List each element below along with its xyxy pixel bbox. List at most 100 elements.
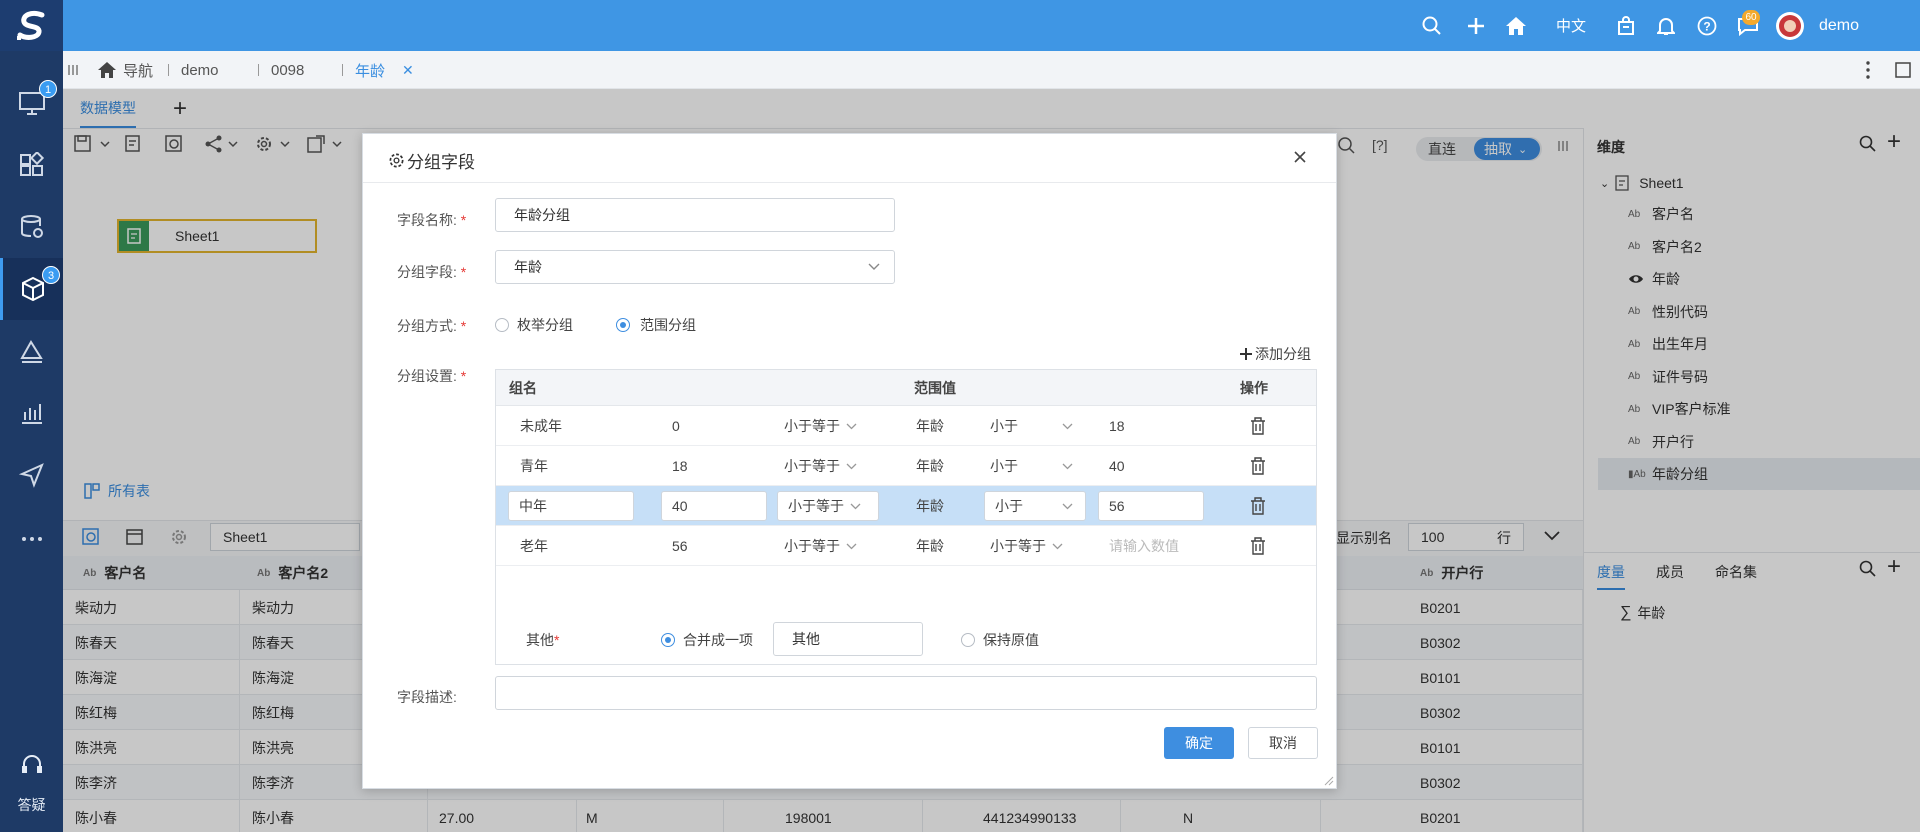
add-button[interactable] [1467, 0, 1485, 51]
svg-text:?: ? [1703, 19, 1710, 33]
group-row[interactable]: 青年 18 小于等于 小于 40 年龄 [496, 446, 1316, 486]
desc-label: 字段描述: [397, 689, 457, 705]
tab-nav-label: 导航 [123, 62, 154, 80]
group-op2[interactable]: 小于 [990, 446, 1073, 486]
group-name[interactable]: 老年 [520, 526, 548, 566]
merge-name-input[interactable]: 其他 [773, 622, 923, 656]
method-enum-radio[interactable]: 枚举分组 [495, 315, 573, 335]
store-button[interactable] [1617, 0, 1635, 51]
help-button[interactable]: ? [1697, 0, 1717, 51]
group-row[interactable]: 未成年 0 小于等于 小于 18 年龄 [496, 406, 1316, 446]
confirm-button[interactable]: 确定 [1164, 727, 1234, 759]
avatar[interactable] [1775, 0, 1805, 51]
language-switch[interactable]: 中文 [1556, 0, 1586, 51]
cancel-button[interactable]: 取消 [1248, 727, 1318, 759]
rail-report[interactable] [0, 382, 63, 444]
group-field: 年龄 [916, 458, 944, 474]
keep-radio[interactable]: 保持原值 [961, 630, 1039, 650]
rail-more[interactable] [0, 508, 63, 570]
delete-button[interactable] [1250, 526, 1266, 566]
tab-0098[interactable]: 0098 [271, 51, 304, 89]
group-row[interactable]: 老年 56 小于等于 小于等于 请输入数值 年龄 [496, 526, 1316, 566]
avatar-icon [1776, 11, 1804, 40]
message-button[interactable] [1737, 0, 1759, 51]
field-name-input[interactable]: 年龄分组 [495, 198, 895, 232]
delete-button[interactable] [1250, 486, 1266, 526]
chevron-down-icon [1062, 463, 1073, 469]
group-op1-select[interactable]: 小于等于 [777, 491, 879, 521]
method-label: 分组方式: * [397, 318, 467, 334]
tab-more-button[interactable] [1866, 51, 1870, 89]
app-logo[interactable] [0, 0, 63, 51]
rail-database[interactable] [0, 196, 63, 258]
search-button[interactable] [1422, 0, 1442, 51]
group-high[interactable]: 18 [1109, 406, 1125, 446]
more-icon [21, 537, 42, 541]
search-icon [1422, 16, 1441, 35]
tab-nav[interactable]: 导航 [97, 51, 153, 89]
delete-button[interactable] [1250, 406, 1266, 446]
close-icon [1294, 151, 1306, 163]
tab-demo[interactable]: demo [181, 51, 219, 89]
group-low-input[interactable]: 40 [661, 491, 767, 521]
notification-button[interactable] [1657, 0, 1675, 51]
tab-divider [168, 64, 169, 76]
group-high-input[interactable]: 56 [1098, 491, 1204, 521]
rail-help[interactable] [0, 740, 63, 790]
bar-chart-icon [21, 404, 42, 424]
group-high-placeholder[interactable]: 请输入数值 [1109, 526, 1179, 566]
layers-icon [19, 340, 43, 363]
group-field-select[interactable]: 年龄 [495, 250, 895, 284]
method-range-radio[interactable]: 范围分组 [616, 315, 696, 335]
group-op2-select[interactable]: 小于 [984, 491, 1086, 521]
user-name[interactable]: demo [1819, 0, 1859, 51]
chevron-down-icon [850, 503, 861, 509]
group-op1[interactable]: 小于等于 [784, 526, 857, 566]
dialog-close-button[interactable] [1293, 150, 1307, 164]
merge-radio[interactable]: 合并成一项 [661, 630, 753, 650]
trash-icon [1251, 497, 1265, 515]
rail-dashboard[interactable] [0, 134, 63, 196]
group-row[interactable]: 中年 40 小于等于 小于 56 年龄 [496, 486, 1316, 526]
tab-age[interactable]: 年龄 [355, 51, 385, 89]
dashboard-icon [19, 152, 44, 176]
rail-monitor[interactable]: 1 [0, 72, 63, 134]
chevron-down-icon [846, 543, 857, 549]
delete-button[interactable] [1250, 446, 1266, 486]
rail-publish[interactable] [0, 444, 63, 506]
group-name-input[interactable]: 中年 [508, 491, 634, 521]
group-field-dialog: 分组字段 字段名称: * 年龄分组 分组字段: * 年龄 分组方式: * 枚举分… [362, 133, 1337, 789]
bag-icon [1618, 15, 1634, 35]
home-button[interactable] [1505, 0, 1527, 51]
radio-checked-icon [661, 633, 675, 647]
group-low[interactable]: 0 [672, 406, 680, 446]
group-op1[interactable]: 小于等于 [784, 446, 857, 486]
group-low[interactable]: 18 [672, 446, 688, 486]
tab-close-icon[interactable]: ✕ [402, 51, 414, 89]
group-op2[interactable]: 小于 [990, 406, 1073, 446]
group-low[interactable]: 56 [672, 526, 688, 566]
merge-label: 合并成一项 [683, 632, 753, 648]
radio-checked-icon [616, 318, 630, 332]
group-high[interactable]: 40 [1109, 446, 1125, 486]
group-grid: 组名 范围值 操作 未成年 0 小于等于 小于 18 年龄 青年 18 小于等于 小于 40 年龄 中年… [495, 369, 1317, 665]
chevron-down-icon [1062, 423, 1073, 429]
maximize-button[interactable] [1895, 51, 1911, 89]
group-name[interactable]: 青年 [520, 446, 548, 486]
bell-icon [1657, 17, 1675, 35]
rail-analysis[interactable] [0, 320, 63, 382]
tab-menu-handle[interactable] [68, 51, 78, 89]
desc-input[interactable] [495, 676, 1317, 710]
group-op2[interactable]: 小于等于 [990, 526, 1063, 566]
top-bar [63, 0, 1920, 51]
grip-icon [68, 65, 78, 75]
add-group-button[interactable]: 添加分组 [1239, 344, 1311, 364]
tab-divider [258, 64, 259, 76]
group-name[interactable]: 未成年 [520, 406, 562, 446]
dialog-header: 分组字段 [363, 134, 1336, 183]
group-op1[interactable]: 小于等于 [784, 406, 857, 446]
trash-icon [1251, 417, 1265, 435]
add-group-label: 添加分组 [1255, 346, 1311, 362]
resize-handle[interactable] [1324, 776, 1334, 786]
rail-data-model[interactable]: 3 [0, 258, 63, 320]
